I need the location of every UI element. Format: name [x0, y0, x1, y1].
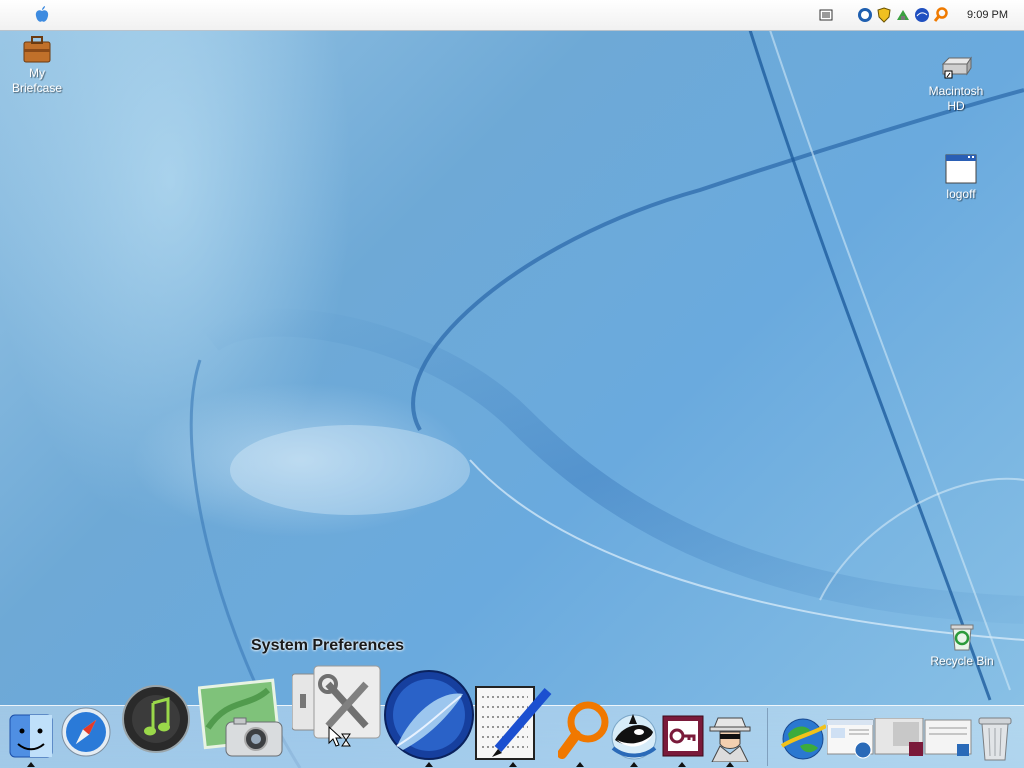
keyboard-icon[interactable]	[818, 7, 834, 23]
running-indicator	[509, 762, 517, 767]
dock-item-spy[interactable]	[706, 712, 754, 767]
iphoto-camera-icon	[197, 678, 283, 757]
running-indicator	[576, 762, 584, 767]
busy-cursor-icon	[328, 725, 354, 755]
dock-tooltip: System Preferences	[251, 637, 404, 654]
search-icon[interactable]	[933, 7, 949, 23]
recycle-bin-icon	[945, 620, 979, 654]
globe-arrow-icon	[780, 718, 827, 760]
desktop-icon-label: logoff	[946, 187, 976, 201]
magnifier-icon	[557, 701, 609, 759]
dock-item-orca-app[interactable]	[609, 710, 659, 765]
trash-icon	[978, 717, 1012, 761]
dock-item-window-thumbnails[interactable]	[826, 717, 973, 767]
clock[interactable]: 9:09 PM	[967, 9, 1008, 21]
desktop-icon-recycle-bin[interactable]: Recycle Bin	[922, 620, 1002, 669]
dock-item-finder[interactable]	[8, 713, 54, 764]
shield-icon[interactable]	[876, 7, 892, 23]
globe-icon[interactable]	[914, 7, 930, 23]
orca-icon	[611, 714, 657, 760]
hard-drive-icon	[939, 50, 973, 84]
dock-item-feather-app[interactable]	[383, 670, 477, 768]
spy-icon	[709, 717, 751, 763]
desktop-icon-macintosh-hd[interactable]: Macintosh HD	[916, 50, 996, 114]
dock-item-editor[interactable]	[474, 683, 554, 766]
pen-grid-icon	[475, 686, 552, 760]
itunes-music-icon	[122, 685, 190, 753]
desktop-icon-logoff[interactable]: logoff	[921, 153, 1001, 202]
finder-icon	[9, 714, 53, 758]
running-indicator	[726, 762, 734, 767]
briefcase-icon	[20, 32, 54, 66]
desktop-icon-my-briefcase[interactable]: My Briefcase	[0, 32, 77, 96]
running-indicator	[425, 762, 433, 767]
desktop-icon-label: My Briefcase	[11, 66, 63, 95]
dock-item-access[interactable]	[662, 715, 704, 762]
menu-bar: 9:09 PM	[0, 0, 1024, 31]
dock-item-safari[interactable]	[60, 706, 112, 763]
system-tray: 9:09 PM	[815, 0, 1024, 30]
dock-item-search[interactable]	[557, 700, 614, 765]
apple-menu-icon[interactable]	[32, 5, 52, 25]
network-icon[interactable]	[895, 7, 911, 23]
running-indicator	[27, 762, 35, 767]
safari-compass-icon	[61, 707, 111, 757]
window-thumbnail-icon	[826, 717, 972, 759]
dock-item-internet[interactable]	[780, 716, 827, 767]
dock-item-iphoto[interactable]	[197, 678, 286, 765]
desktop: 9:09 PM My Briefcase Macintosh HD logoff…	[0, 0, 1024, 768]
desktop-icon-label: Recycle Bin	[930, 654, 994, 668]
running-indicator	[678, 762, 686, 767]
key-icon	[662, 715, 704, 757]
desktop-icon-label: Macintosh HD	[928, 84, 984, 113]
dock-item-itunes[interactable]	[122, 685, 190, 758]
clock-app-icon[interactable]	[857, 7, 873, 23]
window-icon	[944, 153, 978, 187]
wallpaper-art	[189, 29, 1024, 768]
dock-separator	[767, 708, 768, 766]
dock-item-trash[interactable]	[975, 714, 1015, 767]
running-indicator	[630, 762, 638, 767]
feather-icon	[384, 670, 474, 760]
